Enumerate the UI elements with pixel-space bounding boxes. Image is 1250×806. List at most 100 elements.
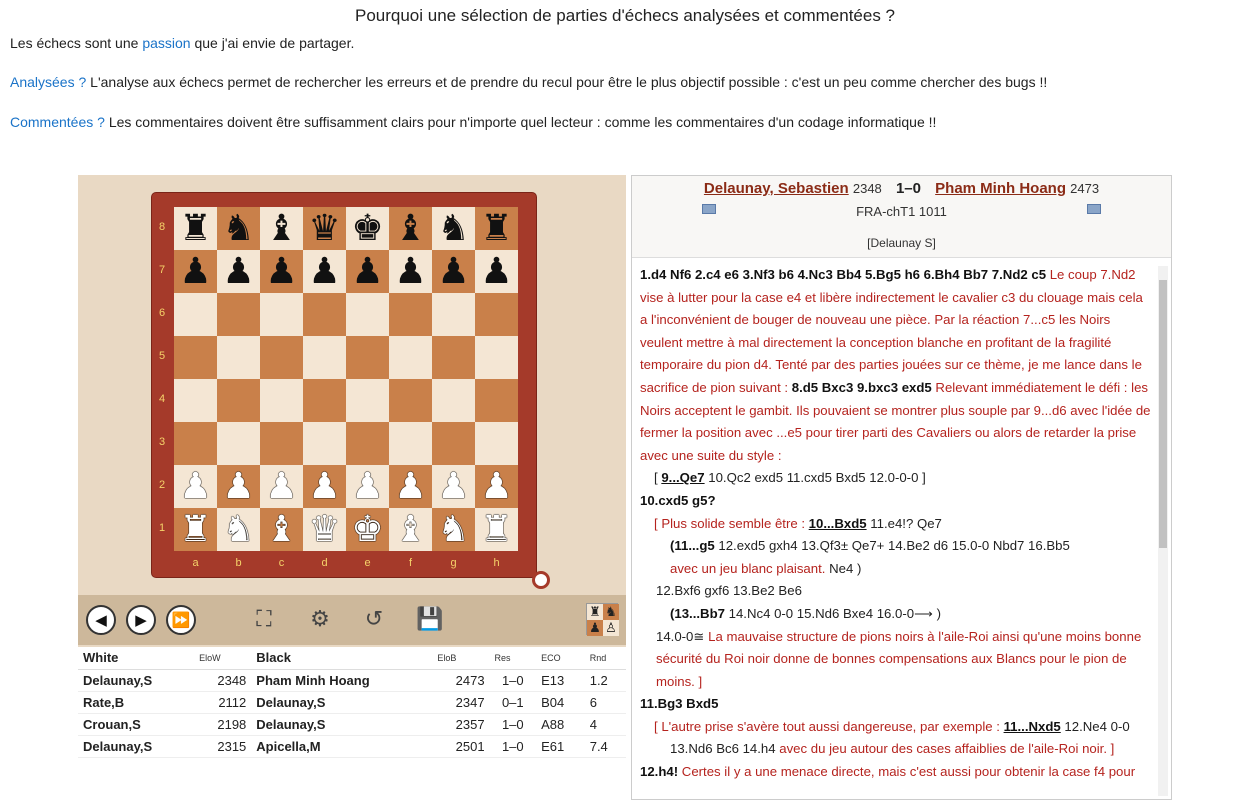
square-b1[interactable]: ♞ xyxy=(217,508,260,551)
square-b8[interactable]: ♞ xyxy=(217,207,260,250)
black-knight-icon[interactable]: ♞ xyxy=(437,207,469,250)
square-d8[interactable]: ♛ xyxy=(303,207,346,250)
square-e8[interactable]: ♚ xyxy=(346,207,389,250)
square-f4[interactable] xyxy=(389,379,432,422)
black-pawn-icon[interactable]: ♟ xyxy=(480,250,512,293)
black-rook-icon[interactable]: ♜ xyxy=(179,207,211,250)
rotate-icon[interactable]: ↺ xyxy=(358,603,390,635)
black-player[interactable]: Pham Minh Hoang xyxy=(935,180,1066,197)
moves-main-3[interactable]: 10.cxd5 g5? xyxy=(640,490,1151,513)
fullscreen-icon[interactable]: ⛶ xyxy=(248,603,280,635)
square-g3[interactable] xyxy=(432,422,475,465)
variation-3-move[interactable]: (11...g5 xyxy=(670,538,715,553)
col-white[interactable]: White xyxy=(78,647,195,670)
square-c7[interactable]: ♟ xyxy=(260,250,303,293)
col-elob[interactable]: EloB xyxy=(432,647,490,670)
white-pawn-icon[interactable]: ♟ xyxy=(179,465,211,508)
white-pawn-icon[interactable]: ♟ xyxy=(222,465,254,508)
mini-board-icon[interactable]: ♜ ♞ ♟ ♙ xyxy=(586,603,619,636)
forward-arrow-icon[interactable]: ▶ xyxy=(126,605,156,635)
black-pawn-icon[interactable]: ♟ xyxy=(394,250,426,293)
square-g1[interactable]: ♞ xyxy=(432,508,475,551)
square-h8[interactable]: ♜ xyxy=(475,207,518,250)
white-knight-icon[interactable]: ♞ xyxy=(437,508,469,551)
square-c3[interactable] xyxy=(260,422,303,465)
square-g2[interactable]: ♟ xyxy=(432,465,475,508)
square-b7[interactable]: ♟ xyxy=(217,250,260,293)
square-b6[interactable] xyxy=(217,293,260,336)
variation-5-rest[interactable]: 14.Nc4 0-0 15.Nd6 Bxe4 16.0-0⟶ ) xyxy=(725,606,941,621)
variation-1-move[interactable]: 9...Qe7 xyxy=(661,470,704,485)
fast-forward-icon[interactable]: ⏩ xyxy=(166,605,196,635)
square-a1[interactable]: ♜ xyxy=(174,508,217,551)
square-e6[interactable] xyxy=(346,293,389,336)
square-a4[interactable] xyxy=(174,379,217,422)
scrollbar-thumb[interactable] xyxy=(1159,280,1167,548)
table-row[interactable]: Delaunay,S 2348 Pham Minh Hoang 2473 1–0 E13 1… xyxy=(78,669,626,692)
table-row[interactable]: Delaunay,S 2315 Apicella,M 2501 1–0 E61 7.4 xyxy=(78,735,626,758)
square-b4[interactable] xyxy=(217,379,260,422)
square-g4[interactable] xyxy=(432,379,475,422)
table-row[interactable]: Rate,B 2112 Delaunay,S 2347 0–1 B04 6 xyxy=(78,691,626,714)
square-e7[interactable]: ♟ xyxy=(346,250,389,293)
variation-6-move[interactable]: 14.0-0 xyxy=(656,629,693,644)
square-h4[interactable] xyxy=(475,379,518,422)
black-pawn-icon[interactable]: ♟ xyxy=(437,250,469,293)
back-arrow-icon[interactable]: ◀ xyxy=(86,605,116,635)
save-icon[interactable]: 💾 xyxy=(414,603,446,635)
square-a6[interactable] xyxy=(174,293,217,336)
black-bishop-icon[interactable]: ♝ xyxy=(265,207,297,250)
white-king-icon[interactable]: ♚ xyxy=(351,508,383,551)
square-d4[interactable] xyxy=(303,379,346,422)
square-h5[interactable] xyxy=(475,336,518,379)
variation-5-move[interactable]: (13...Bb7 xyxy=(670,606,725,621)
white-pawn-icon[interactable]: ♟ xyxy=(480,465,512,508)
square-a7[interactable]: ♟ xyxy=(174,250,217,293)
variation-3-rest[interactable]: 12.exd5 gxh4 13.Qf3± Qe7+ 14.Be2 d6 15.0… xyxy=(715,538,1069,553)
moves-main-2[interactable]: 8.d5 Bxc3 9.bxc3 exd5 xyxy=(792,380,932,395)
square-f7[interactable]: ♟ xyxy=(389,250,432,293)
table-row[interactable]: Crouan,S 2198 Delaunay,S 2357 1–0 A88 4 xyxy=(78,713,626,736)
white-rook-icon[interactable]: ♜ xyxy=(480,508,512,551)
variation-8-move[interactable]: 13.Nd6 Bc6 14.h4 xyxy=(670,741,776,756)
passion-link[interactable]: passion xyxy=(142,35,190,51)
col-black[interactable]: Black xyxy=(251,647,433,670)
square-e3[interactable] xyxy=(346,422,389,465)
square-h3[interactable] xyxy=(475,422,518,465)
white-pawn-icon[interactable]: ♟ xyxy=(308,465,340,508)
col-elow[interactable]: EloW xyxy=(194,647,252,670)
black-knight-icon[interactable]: ♞ xyxy=(222,207,254,250)
square-f2[interactable]: ♟ xyxy=(389,465,432,508)
white-pawn-icon[interactable]: ♟ xyxy=(394,465,426,508)
variation-2-rest[interactable]: 11.e4!? Qe7 xyxy=(867,516,942,531)
square-g8[interactable]: ♞ xyxy=(432,207,475,250)
black-king-icon[interactable]: ♚ xyxy=(351,207,383,250)
white-pawn-icon[interactable]: ♟ xyxy=(351,465,383,508)
white-rook-icon[interactable]: ♜ xyxy=(179,508,211,551)
moves-main-4[interactable]: 11.Bg3 Bxd5 xyxy=(640,693,1151,716)
square-b2[interactable]: ♟ xyxy=(217,465,260,508)
black-pawn-icon[interactable]: ♟ xyxy=(179,250,211,293)
variation-7-rest[interactable]: 12.Ne4 0-0 xyxy=(1061,719,1129,734)
white-bishop-icon[interactable]: ♝ xyxy=(394,508,426,551)
square-f6[interactable] xyxy=(389,293,432,336)
square-a5[interactable] xyxy=(174,336,217,379)
square-h1[interactable]: ♜ xyxy=(475,508,518,551)
square-d6[interactable] xyxy=(303,293,346,336)
square-c5[interactable] xyxy=(260,336,303,379)
white-bishop-icon[interactable]: ♝ xyxy=(265,508,297,551)
square-h6[interactable] xyxy=(475,293,518,336)
chessboard[interactable]: ♜ ♞ ♝ ♛ ♚ ♝ ♞ ♜ ♟ ♟ ♟ ♟ ♟ ♟ ♟ ♟ ♟ ♟ ♟ ♟ ♟ ♟ ♟ ♟ ♜ ♞ ♝ ♛ ♚ ♝ ♞ ♜ xyxy=(174,207,518,551)
moves-main-1[interactable]: 1.d4 Nf6 2.c4 e6 3.Nf3 b6 4.Nc3 Bb4 5.Bg… xyxy=(640,267,1046,282)
square-g6[interactable] xyxy=(432,293,475,336)
square-d5[interactable] xyxy=(303,336,346,379)
black-pawn-icon[interactable]: ♟ xyxy=(222,250,254,293)
square-h2[interactable]: ♟ xyxy=(475,465,518,508)
square-f8[interactable]: ♝ xyxy=(389,207,432,250)
col-rnd[interactable]: Rnd xyxy=(584,647,626,670)
autoplay-icon[interactable]: ⚙ xyxy=(304,603,336,635)
variation-7-move[interactable]: 11...Nxd5 xyxy=(1004,719,1061,734)
white-knight-icon[interactable]: ♞ xyxy=(222,508,254,551)
square-e4[interactable] xyxy=(346,379,389,422)
flip-board-button[interactable] xyxy=(532,571,550,589)
